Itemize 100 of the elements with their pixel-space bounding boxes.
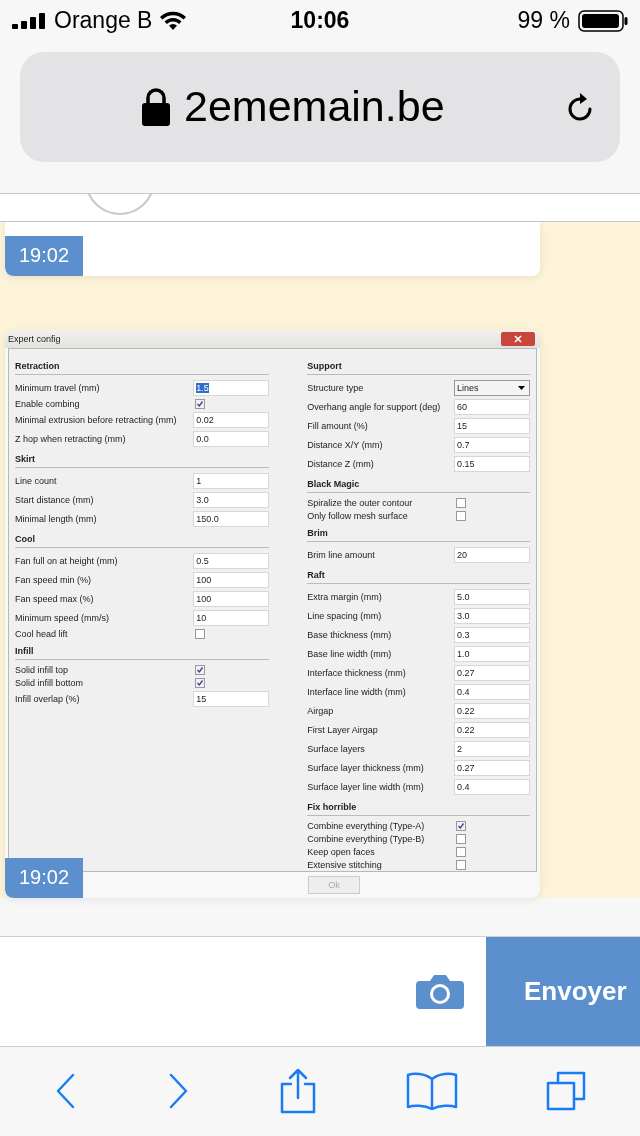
field-label: Fill amount (%)	[307, 420, 368, 431]
input-field[interactable]: 0.7	[454, 436, 530, 453]
input-field[interactable]: 0.27	[454, 759, 530, 776]
input-field[interactable]: 150.0	[193, 510, 270, 527]
checkbox-label: Cool head lift	[15, 628, 68, 639]
field-label: Base line width (mm)	[307, 648, 392, 659]
window-title: Expert config	[8, 333, 61, 344]
checkbox-label: Solid infill top	[15, 664, 69, 675]
input-field[interactable]: 0.15	[454, 455, 530, 472]
input-field[interactable]: 0.22	[454, 721, 530, 738]
carrier-name: Orange B	[54, 7, 153, 35]
field-label: Interface line width (mm)	[307, 686, 406, 697]
field-label: Surface layer line width (mm)	[307, 781, 424, 792]
field-label: First Layer Airgap	[307, 724, 378, 735]
section-heading: Infill	[15, 644, 270, 661]
input-field[interactable]: 1.5	[193, 379, 270, 396]
input-field[interactable]: 0.0	[193, 430, 270, 447]
section-heading: Skirt	[15, 452, 270, 469]
wifi-icon	[160, 11, 187, 31]
checkbox-label: Keep open faces	[307, 846, 375, 857]
field-label: Minimal length (mm)	[15, 513, 97, 524]
field-label: Surface layer thickness (mm)	[307, 762, 424, 773]
input-field[interactable]: 100	[193, 571, 270, 588]
input-field[interactable]: 1.0	[454, 645, 530, 662]
timestamp: 19:02	[5, 857, 83, 898]
input-field[interactable]: 60	[454, 398, 530, 415]
field-label: Distance X/Y (mm)	[307, 439, 383, 450]
field-label: Fan speed min (%)	[15, 574, 92, 585]
input-field[interactable]: 20	[454, 546, 530, 563]
checkbox[interactable]	[456, 833, 466, 844]
timestamp: 19:02	[5, 235, 83, 276]
address-bar[interactable]: 2ememain.be	[20, 51, 620, 162]
input-field[interactable]: 3.0	[193, 491, 270, 508]
field-label: Line spacing (mm)	[307, 610, 382, 621]
field-label: Minimum travel (mm)	[15, 382, 100, 393]
checkbox[interactable]	[195, 664, 206, 675]
input-field[interactable]: 0.4	[454, 778, 530, 795]
field-label: Z hop when retracting (mm)	[15, 433, 126, 444]
field-label: Line count	[15, 475, 57, 486]
camera-icon[interactable]	[416, 973, 464, 1010]
tabs-icon[interactable]	[546, 1071, 586, 1112]
field-label: Surface layers	[307, 743, 365, 754]
input-field[interactable]: 5.0	[454, 588, 530, 605]
field-label: Fan full on at height (mm)	[15, 555, 118, 566]
screenshot-card[interactable]	[5, 329, 540, 898]
input-field[interactable]: 0.4	[454, 683, 530, 700]
input-field[interactable]: 1	[193, 472, 270, 489]
field-label: Base thickness (mm)	[307, 629, 392, 640]
section-heading: Raft	[307, 568, 530, 585]
field-label: Minimum speed (mm/s)	[15, 612, 109, 623]
section-heading: Black Magic	[307, 477, 530, 494]
checkbox[interactable]	[456, 859, 466, 870]
checkbox[interactable]	[195, 398, 206, 409]
field-label: Brim line amount	[307, 549, 375, 560]
field-label: Distance Z (mm)	[307, 458, 374, 469]
signal-icon	[12, 12, 46, 29]
share-icon[interactable]	[278, 1068, 318, 1115]
input-field[interactable]: 15	[193, 690, 270, 707]
checkbox[interactable]	[195, 628, 206, 639]
battery-icon	[578, 9, 628, 32]
input-field[interactable]: 0.27	[454, 664, 530, 681]
input-field[interactable]: 10	[193, 609, 270, 626]
checkbox[interactable]	[456, 497, 466, 508]
section-heading: Brim	[307, 526, 530, 543]
input-field[interactable]: 0.5	[193, 552, 270, 569]
field-label: Minimal extrusion before retracting (mm)	[15, 414, 177, 425]
field-label: Infill overlap (%)	[15, 693, 80, 704]
checkbox-label: Spiralize the outer contour	[307, 497, 413, 508]
url-text: 2ememain.be	[184, 82, 446, 132]
field-label: Structure type	[307, 382, 364, 393]
input-field[interactable]: 0.22	[454, 702, 530, 719]
checkbox[interactable]	[195, 677, 206, 688]
field-label: Airgap	[307, 705, 334, 716]
field-label: Start distance (mm)	[15, 494, 94, 505]
checkbox-label: Only follow mesh surface	[307, 510, 408, 521]
checkbox-label: Combine everything (Type-B)	[307, 833, 425, 844]
field-label: Interface thickness (mm)	[307, 667, 406, 678]
input-field[interactable]: 3.0	[454, 607, 530, 624]
input-field[interactable]: 2	[454, 740, 530, 757]
clock-time: 10:06	[290, 7, 350, 35]
close-icon[interactable]	[501, 331, 535, 346]
bookmarks-icon[interactable]	[406, 1071, 458, 1112]
battery-percent: 99 %	[517, 7, 570, 35]
input-field[interactable]: 0.02	[193, 411, 270, 428]
section-heading: Support	[307, 359, 530, 376]
input-field[interactable]: 15	[454, 417, 530, 434]
checkbox[interactable]	[456, 846, 466, 857]
field-label: Extra margin (mm)	[307, 591, 382, 602]
section-heading: Retraction	[15, 359, 270, 376]
input-field[interactable]: 0.3	[454, 626, 530, 643]
input-field[interactable]: 100	[193, 590, 270, 607]
checkbox-label: Combine everything (Type-A)	[307, 820, 425, 831]
checkbox[interactable]	[456, 510, 466, 521]
field-label: Overhang angle for support (deg)	[307, 401, 441, 412]
caret-icon	[518, 385, 525, 390]
lock-icon	[142, 87, 170, 126]
checkbox-label: Solid infill bottom	[15, 677, 84, 688]
checkbox[interactable]	[456, 820, 466, 831]
checkbox-label: Enable combing	[15, 398, 80, 409]
dropdown[interactable]: Lines	[454, 379, 530, 396]
